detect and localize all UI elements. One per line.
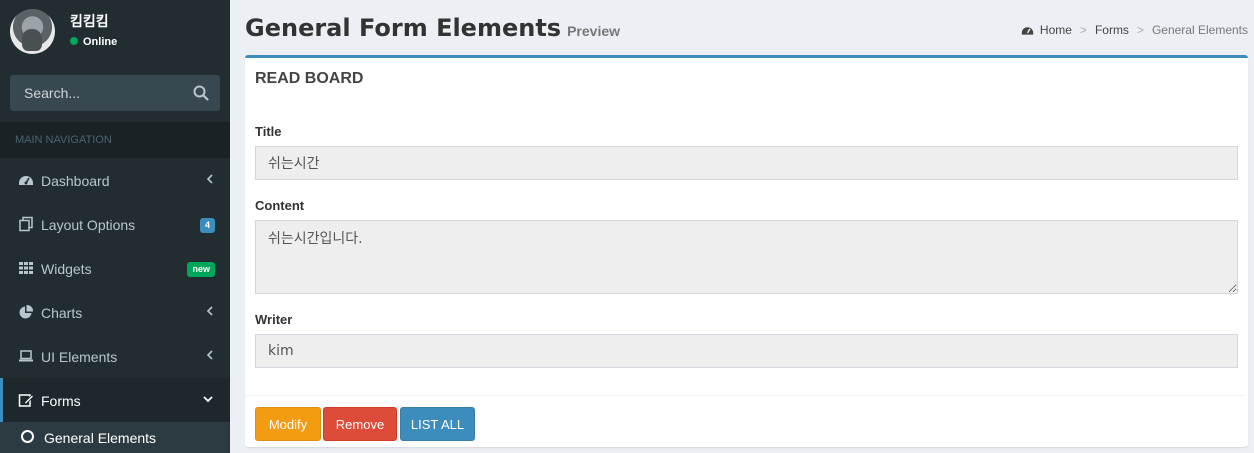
user-status: Online [70,36,117,48]
count-badge: 4 [199,218,215,233]
writer-label: Writer [255,312,293,327]
submenu-item-label: General Elements [44,430,157,446]
box-title: READ BOARD [255,70,364,87]
chevron-left-icon [206,306,213,316]
sidebar-item-ui-elements[interactable]: UI Elements [0,334,230,378]
sidebar-item-label: Layout Options [41,217,136,233]
circle-icon [21,430,34,443]
chevron-left-icon [206,350,213,360]
sidebar-item-dashboard[interactable]: Dashboard [0,158,230,202]
sidebar-search-form [10,75,220,111]
title-label: Title [255,124,282,139]
user-name: 킴킴킴 [70,14,109,30]
content-label: Content [255,198,305,213]
breadcrumb-forms[interactable]: Forms [1095,23,1129,37]
modify-button[interactable]: Modify [255,407,321,441]
laptop-icon [19,350,33,362]
list-all-button[interactable]: LIST ALL [400,407,475,441]
sidebar-item-layout-options[interactable]: Layout Options 4 [0,202,230,246]
sidebar: 킴킴킴 Online MAIN NAVIGATION Dashboard [0,0,230,453]
new-badge: new [187,262,215,277]
nav-header: MAIN NAVIGATION [0,122,230,158]
writer-field[interactable] [255,334,1238,368]
dashboard-icon [1021,26,1034,35]
breadcrumb: Home > Forms > General Elements [1021,23,1248,37]
sidebar-item-forms[interactable]: Forms [0,378,230,422]
remove-button[interactable]: Remove [323,407,397,441]
sidebar-item-charts[interactable]: Charts [0,290,230,334]
user-panel: 킴킴킴 Online [0,0,230,62]
content-field[interactable]: 쉬는시간입니다. [255,220,1238,294]
sidebar-item-label: Forms [41,393,81,409]
content-header: General Form Elements Preview Home > Form… [230,0,1254,55]
pie-chart-icon [19,304,34,319]
page-title-text: General Form Elements [245,14,562,42]
user-status-text: Online [83,36,118,48]
avatar[interactable] [10,9,55,54]
page-title: General Form Elements Preview [245,14,620,42]
breadcrumb-current: General Elements [1151,23,1248,37]
sidebar-item-label: Charts [41,305,83,321]
sidebar-item-label: Dashboard [41,173,110,189]
search-icon[interactable] [192,84,210,102]
chevron-down-icon [203,396,213,403]
sidebar-menu: Dashboard Layout Options 4 Widgets new C… [0,158,230,422]
files-icon [19,216,33,232]
breadcrumb-separator: > [1136,23,1144,37]
sidebar-item-label: Widgets [41,261,92,277]
page-subtitle: Preview [567,23,621,39]
sidebar-item-label: UI Elements [41,349,118,365]
chevron-left-icon [206,174,213,184]
search-input[interactable] [10,75,180,111]
dashboard-icon [19,176,33,185]
submenu-item-general-elements[interactable]: General Elements [0,422,230,453]
read-board-box: READ BOARD Title Content 쉬는시간입니다. Writer… [245,55,1248,447]
breadcrumb-home[interactable]: Home [1040,23,1072,37]
online-dot-icon [70,37,78,45]
box-footer: Modify Remove LIST ALL [245,395,1246,447]
sidebar-item-widgets[interactable]: Widgets new [0,246,230,290]
breadcrumb-separator: > [1079,23,1087,37]
grid-icon [19,262,33,274]
edit-icon [18,394,34,407]
title-field[interactable] [255,146,1238,180]
